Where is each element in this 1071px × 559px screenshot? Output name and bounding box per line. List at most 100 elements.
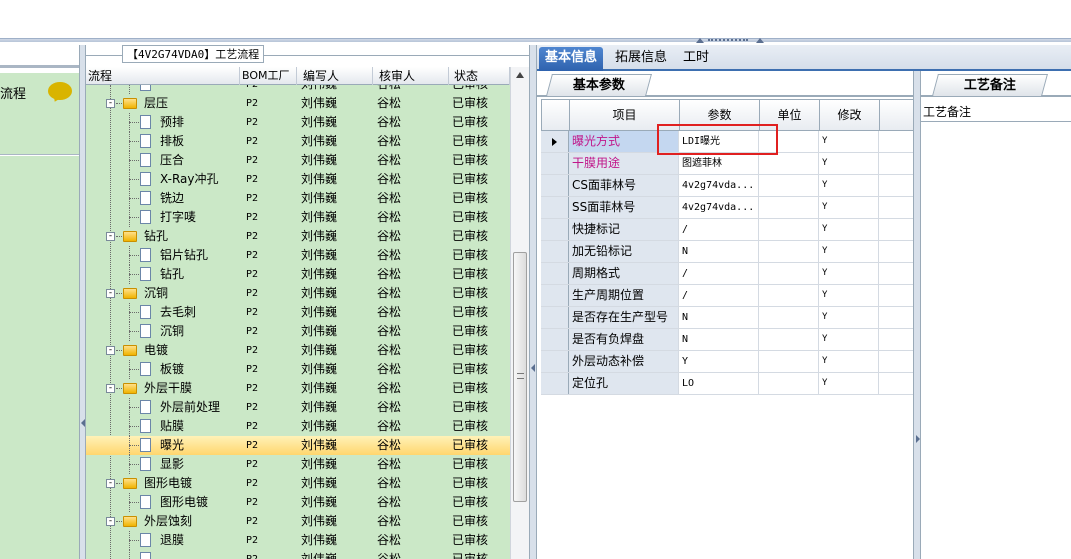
col-header-modify[interactable]: 修改 [820,100,880,131]
splitter-grip-icon[interactable] [708,39,748,41]
param-value-cell[interactable]: N [679,307,759,328]
tree-row[interactable]: P2 刘伟巍 谷松 已审核 [86,550,510,559]
param-row[interactable]: 周期格式 / Y [541,263,914,285]
param-value-cell[interactable]: / [679,219,759,240]
tree-row[interactable]: 钻孔 P2 刘伟巍 谷松 已审核 [86,265,510,284]
collapse-up-icon[interactable] [696,38,704,43]
tab-work-hours[interactable]: 工时 [677,47,715,71]
param-row[interactable]: 加无铅标记 N Y [541,241,914,263]
tree-row[interactable]: 去毛刺 P2 刘伟巍 谷松 已审核 [86,303,510,322]
tree-row[interactable]: - 层压 P2 刘伟巍 谷松 已审核 [86,94,510,113]
collapse-left-icon[interactable] [81,419,85,427]
param-value-cell[interactable]: / [679,285,759,306]
bom-factory-cell: P2 [246,288,259,299]
param-value-cell[interactable]: 图遮菲林 [679,153,759,174]
collapse-toggle-icon[interactable]: - [106,479,115,488]
scroll-up-icon[interactable] [516,72,524,78]
tree-row[interactable]: - 图形电镀 P2 刘伟巍 谷松 已审核 [86,474,510,493]
col-header-bom[interactable]: BOM工厂 [240,67,297,85]
tree-row[interactable]: - 钻孔 P2 刘伟巍 谷松 已审核 [86,227,510,246]
collapse-up-icon[interactable] [756,38,764,43]
tree-row[interactable]: 贴膜 P2 刘伟巍 谷松 已审核 [86,417,510,436]
tree-row[interactable]: - 外层干膜 P2 刘伟巍 谷松 已审核 [86,379,510,398]
folder-icon [123,345,137,356]
tree-row[interactable]: 外层前处理 P2 刘伟巍 谷松 已审核 [86,398,510,417]
collapse-toggle-icon[interactable]: - [106,289,115,298]
param-value-cell[interactable]: N [679,329,759,350]
param-row[interactable]: 外层动态补偿 Y Y [541,351,914,373]
param-row[interactable]: 生产周期位置 / Y [541,285,914,307]
col-header-flow[interactable]: 流程 [86,67,240,85]
collapse-toggle-icon[interactable]: - [106,384,115,393]
row-header[interactable] [541,329,569,350]
tree-row[interactable]: 压合 P2 刘伟巍 谷松 已审核 [86,151,510,170]
param-filler-cell [879,131,914,152]
tree-row[interactable]: - 电镀 P2 刘伟巍 谷松 已审核 [86,341,510,360]
middle-splitter[interactable] [529,45,537,559]
nav-item-flow[interactable]: 流程 [0,73,79,155]
tree-scrollbar[interactable] [510,67,529,559]
param-row[interactable]: 是否有负焊盘 N Y [541,329,914,351]
param-value-cell[interactable]: 4v2g74vda... [679,197,759,218]
row-header[interactable] [541,131,569,152]
collapse-toggle-icon[interactable]: - [106,517,115,526]
row-header[interactable] [541,175,569,196]
param-item-cell: 快捷标记 [569,219,679,240]
col-header-writer[interactable]: 编写人 [297,67,373,85]
tab-basic-info[interactable]: 基本信息 [539,47,604,71]
param-value-cell[interactable]: Y [679,351,759,372]
col-header-reviewer[interactable]: 核审人 [373,67,449,85]
row-header[interactable] [541,197,569,218]
collapse-toggle-icon[interactable]: - [106,346,115,355]
row-header[interactable] [541,241,569,262]
param-modify-cell: Y [819,373,879,394]
col-header-status[interactable]: 状态 [449,67,510,85]
document-icon [140,153,151,167]
tree-row[interactable]: 排板 P2 刘伟巍 谷松 已审核 [86,132,510,151]
tree-node-label: 贴膜 [160,419,185,433]
tab-process-notes[interactable]: 工艺备注 [932,74,1048,96]
tree-row[interactable]: 预排 P2 刘伟巍 谷松 已审核 [86,113,510,132]
tree-row[interactable]: 沉铜 P2 刘伟巍 谷松 已审核 [86,322,510,341]
param-row[interactable]: 定位孔 LO Y [541,373,914,395]
param-row[interactable]: CS面菲林号 4v2g74vda... Y [541,175,914,197]
collapse-toggle-icon[interactable]: - [106,99,115,108]
subtab-basic-params[interactable]: 基本参数 [546,74,652,96]
row-header[interactable] [541,351,569,372]
tree-row[interactable]: 打字唛 P2 刘伟巍 谷松 已审核 [86,208,510,227]
tab-extended-info[interactable]: 拓展信息 [609,47,673,71]
param-value-cell[interactable]: N [679,241,759,262]
scroll-thumb[interactable] [513,252,527,502]
tree-row[interactable]: P2 刘伟巍 谷松 已审核 [86,85,510,94]
param-value-cell[interactable]: / [679,263,759,284]
row-header[interactable] [541,373,569,394]
param-row[interactable]: 干膜用途 图遮菲林 Y [541,153,914,175]
tree-row[interactable]: 板镀 P2 刘伟巍 谷松 已审核 [86,360,510,379]
collapse-toggle-icon[interactable]: - [106,232,115,241]
tree-row[interactable]: 显影 P2 刘伟巍 谷松 已审核 [86,455,510,474]
collapse-left-icon[interactable] [531,364,535,372]
row-header[interactable] [541,263,569,284]
tree-row[interactable]: 图形电镀 P2 刘伟巍 谷松 已审核 [86,493,510,512]
param-row[interactable]: SS面菲林号 4v2g74vda... Y [541,197,914,219]
right-splitter[interactable] [913,71,921,559]
param-row[interactable]: 快捷标记 / Y [541,219,914,241]
param-value-cell[interactable]: 4v2g74vda... [679,175,759,196]
param-row[interactable]: 是否存在生产型号 N Y [541,307,914,329]
row-header[interactable] [541,307,569,328]
row-header[interactable] [541,219,569,240]
row-header[interactable] [541,285,569,306]
row-header[interactable] [541,153,569,174]
tree-row[interactable]: X-Ray冲孔 P2 刘伟巍 谷松 已审核 [86,170,510,189]
tree-row[interactable]: 铣边 P2 刘伟巍 谷松 已审核 [86,189,510,208]
writer-cell: 刘伟巍 [301,514,338,528]
tree-row[interactable]: 铝片钻孔 P2 刘伟巍 谷松 已审核 [86,246,510,265]
param-value-cell[interactable]: LO [679,373,759,394]
tree-row[interactable]: 曝光 P2 刘伟巍 谷松 已审核 [86,436,510,455]
top-splitter[interactable] [0,38,1071,42]
tree-row[interactable]: 退膜 P2 刘伟巍 谷松 已审核 [86,531,510,550]
tree-row[interactable]: - 沉铜 P2 刘伟巍 谷松 已审核 [86,284,510,303]
writer-cell: 刘伟巍 [301,438,338,452]
tree-row[interactable]: - 外层蚀刻 P2 刘伟巍 谷松 已审核 [86,512,510,531]
collapse-right-icon[interactable] [916,435,920,443]
